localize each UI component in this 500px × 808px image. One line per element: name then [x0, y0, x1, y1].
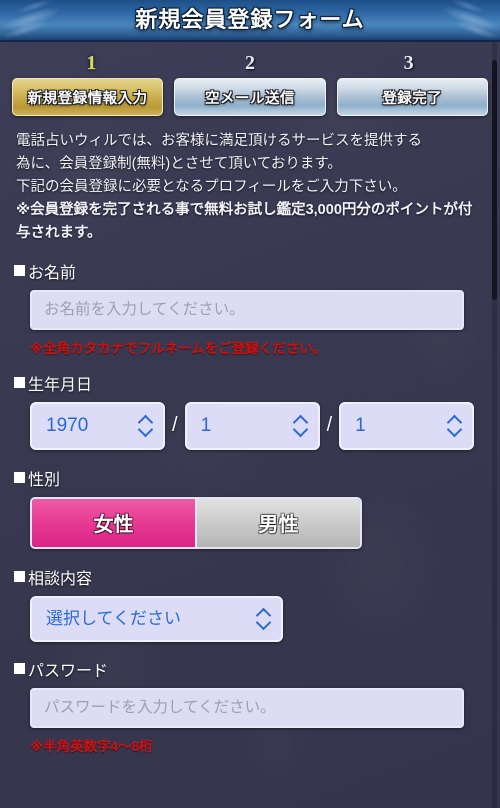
gender-toggle-group: 女性 男性 [30, 496, 362, 549]
vertical-scrollbar-thumb[interactable] [492, 60, 497, 300]
step-button-new-registration-info[interactable]: 新規登録情報入力 [12, 78, 164, 116]
name-label: お名前 [28, 264, 77, 282]
bonus-points-notice: ※会員登録を完了される事で無料お試し鑑定3,000円分のポイントが付与されます。 [16, 201, 473, 241]
gender-option-male[interactable]: 男性 [195, 498, 360, 547]
gender-label: 性別 [28, 471, 61, 489]
birthdate-separator-1: / [172, 414, 178, 437]
step-indicator: 1 2 3 新規登録情報入力 空メール送信 登録完了 [0, 42, 500, 116]
registration-form: お名前 ※全角カタカナでフルネームをご登録ください。 生年月日 1970 / [0, 245, 500, 755]
gender-label-row: 性別 [14, 466, 486, 490]
square-bullet-icon [14, 472, 25, 484]
registration-form-page: 新規会員登録フォーム 1 2 3 新規登録情報入力 空メール送信 登録完了 電話… [0, 0, 500, 808]
page-title: 新規会員登録フォーム [135, 7, 365, 32]
vertical-scrollbar-track[interactable] [492, 42, 497, 808]
topic-select[interactable]: 選択してください [30, 595, 283, 642]
step-button-registration-complete[interactable]: 登録完了 [336, 78, 488, 116]
birthdate-selects-row: 1970 / 1 / 1 [30, 401, 486, 450]
page-header: 新規会員登録フォーム [0, 0, 500, 42]
step-number-2: 2 [245, 52, 255, 74]
step-button-send-blank-mail[interactable]: 空メール送信 [174, 78, 326, 116]
topic-label-row: 相談内容 [14, 565, 486, 589]
birthdate-label-row: 生年月日 [14, 371, 486, 395]
birthdate-label: 生年月日 [28, 376, 93, 394]
gender-option-female[interactable]: 女性 [32, 498, 195, 547]
name-label-row: お名前 [14, 259, 486, 283]
topic-select-wrap: 選択してください [30, 595, 283, 642]
intro-line-1: 電話占いウィルでは、お客様に満足頂けるサービスを提供する [16, 133, 422, 149]
field-gender: 性別 女性 男性 [12, 466, 486, 549]
password-label: パスワード [28, 662, 109, 680]
birth-day-wrap: 1 [339, 401, 475, 450]
square-bullet-icon [14, 265, 25, 277]
square-bullet-icon [14, 377, 25, 389]
birth-year-wrap: 1970 [30, 401, 165, 450]
password-input[interactable] [30, 687, 464, 728]
step-number-row: 1 2 3 [12, 52, 488, 75]
intro-line-3: 下記の会員登録に必要となるプロフィールをご入力下さい。 [16, 178, 407, 195]
topic-label: 相談内容 [28, 570, 93, 588]
birth-day-select[interactable]: 1 [339, 401, 475, 450]
name-hint: ※全角カタカナでフルネームをご登録ください。 [30, 340, 327, 356]
field-birthdate: 生年月日 1970 / 1 / 1 [12, 371, 486, 450]
intro-line-2: 為に、会員登録制(無料)とさせて頂いております。 [16, 155, 342, 172]
square-bullet-icon [14, 663, 25, 675]
password-label-row: パスワード [14, 657, 486, 681]
step-number-3: 3 [403, 52, 414, 74]
birth-month-wrap: 1 [184, 401, 320, 450]
field-consultation-topic: 相談内容 選択してください [12, 565, 486, 642]
birthdate-separator-2: / [326, 414, 333, 437]
name-input[interactable] [30, 289, 464, 330]
field-password: パスワード ※半角英数字4〜8桁 [12, 657, 486, 755]
intro-text-block: 電話占いウィルでは、お客様に満足頂けるサービスを提供する 為に、会員登録制(無料… [0, 116, 500, 245]
step-number-1: 1 [86, 52, 97, 74]
step-button-row: 新規登録情報入力 空メール送信 登録完了 [12, 78, 488, 116]
square-bullet-icon [14, 571, 25, 583]
field-name: お名前 ※全角カタカナでフルネームをご登録ください。 [12, 259, 486, 357]
birth-month-select[interactable]: 1 [184, 401, 320, 450]
password-hint: ※半角英数字4〜8桁 [30, 738, 153, 754]
birth-year-select[interactable]: 1970 [30, 401, 165, 450]
